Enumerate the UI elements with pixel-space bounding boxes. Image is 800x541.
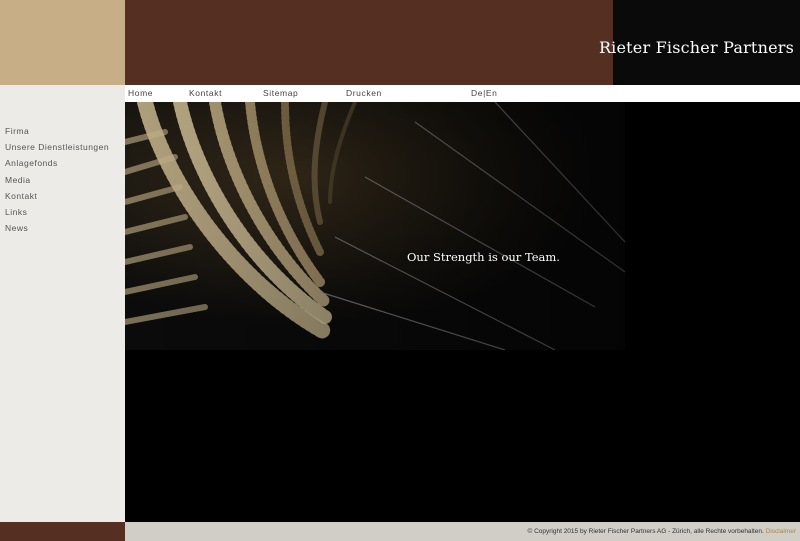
header-logo-block: Rieter Fischer Partners bbox=[599, 0, 800, 85]
sidebar-item-anlagefonds[interactable]: Anlagefonds bbox=[5, 158, 58, 168]
sidebar-item-links[interactable]: Links bbox=[5, 207, 27, 217]
hero-image: Our Strength is our Team. bbox=[125, 102, 625, 350]
sidebar-item-kontakt[interactable]: Kontakt bbox=[5, 191, 37, 201]
sidebar-item-news[interactable]: News bbox=[5, 223, 28, 233]
sidebar-item-dienstleistungen[interactable]: Unsere Dienstleistungen bbox=[5, 142, 109, 152]
nav-sitemap-link[interactable]: Sitemap bbox=[263, 88, 298, 98]
copyright-text: © Copyright 2015 by Rieter Fischer Partn… bbox=[527, 528, 764, 535]
top-navigation: Home Kontakt Sitemap Drucken De|En bbox=[125, 85, 800, 102]
disclaimer-link[interactable]: Disclaimer bbox=[766, 528, 796, 535]
nav-kontakt-link[interactable]: Kontakt bbox=[189, 88, 222, 98]
nav-home-link[interactable]: Home bbox=[128, 88, 153, 98]
copyright-notice: © Copyright 2015 by Rieter Fischer Partn… bbox=[527, 528, 796, 535]
sidebar-menu: Firma Unsere Dienstleistungen Anlagefond… bbox=[0, 85, 125, 522]
sidebar-item-media[interactable]: Media bbox=[5, 175, 31, 185]
spiral-staircase-image bbox=[125, 102, 625, 350]
sidebar-item-firma[interactable]: Firma bbox=[5, 126, 29, 136]
header-tan-block bbox=[0, 0, 125, 85]
hero-tagline: Our Strength is our Team. bbox=[407, 250, 560, 264]
lang-de-link[interactable]: De bbox=[471, 88, 483, 98]
company-logo[interactable]: Rieter Fischer Partners bbox=[599, 38, 794, 57]
header-brown-band bbox=[125, 0, 613, 85]
nav-drucken-link[interactable]: Drucken bbox=[346, 88, 382, 98]
footer-brown-block bbox=[0, 522, 125, 541]
lang-en-link[interactable]: En bbox=[486, 88, 498, 98]
language-switch: De|En bbox=[471, 88, 498, 98]
footer: © Copyright 2015 by Rieter Fischer Partn… bbox=[125, 522, 800, 541]
